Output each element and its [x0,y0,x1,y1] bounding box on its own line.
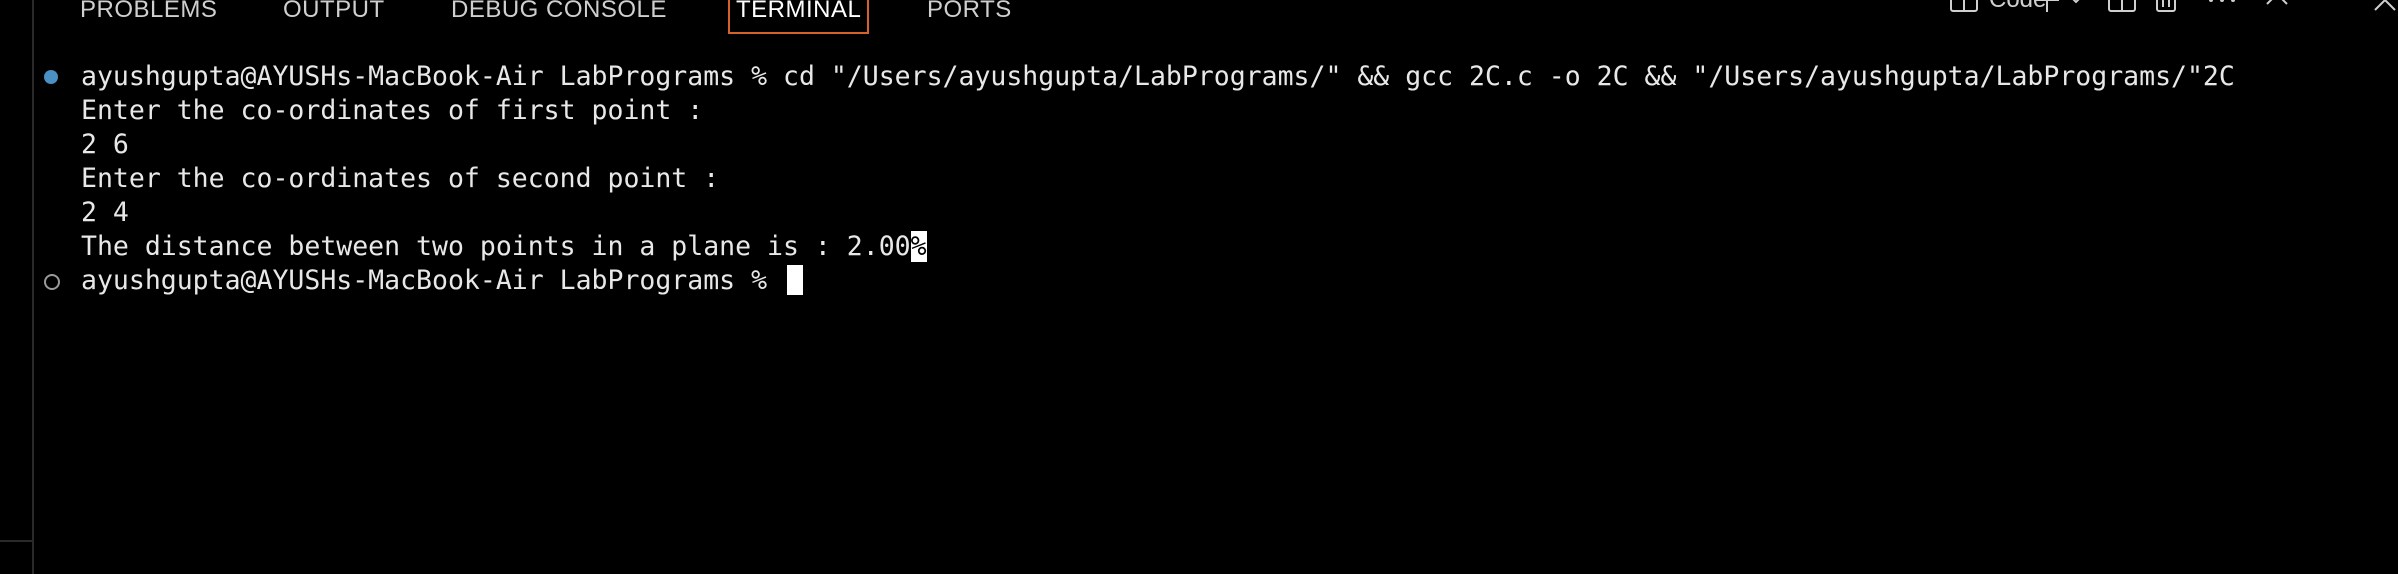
terminal-profile-button[interactable]: Code [1949,0,2046,13]
left-gutter-mark [0,540,32,542]
close-panel-button[interactable] [2372,0,2398,12]
more-icon [2209,0,2235,2]
kill-terminal-button[interactable] [2153,0,2179,12]
split-terminal-button[interactable] [2107,0,2137,12]
terminal-line: 2 6 [81,129,129,160]
split-terminal-icon [1950,0,1978,12]
chevron-down-icon [2072,0,2080,4]
terminal-line: Enter the co-ordinates of second point : [81,163,720,194]
tab-output[interactable]: OUTPUT [283,0,385,30]
panel-header: PROBLEMS OUTPUT DEBUG CONSOLE TERMINAL P… [34,0,2398,46]
tab-terminal[interactable]: TERMINAL [728,0,870,34]
prompt-text: ayushgupta@AYUSHs-MacBook-Air LabProgram… [81,265,783,296]
new-terminal-button[interactable] [2034,0,2090,12]
terminal-prompt-line[interactable]: ayushgupta@AYUSHs-MacBook-Air LabProgram… [81,264,803,298]
tab-debug-console[interactable]: DEBUG CONSOLE [451,0,667,30]
plus-icon [2035,0,2080,12]
command-success-decoration[interactable] [44,70,58,84]
split-icon [2108,0,2136,12]
terminal-output[interactable]: ayushgupta@AYUSHs-MacBook-Air LabProgram… [34,58,2398,574]
text-cursor [787,265,803,295]
more-actions-button[interactable] [2207,0,2237,12]
chevron-up-icon [2266,0,2288,5]
tab-problems[interactable]: PROBLEMS [80,0,217,30]
trash-icon [2156,0,2176,12]
close-icon [2374,0,2396,11]
terminal-line-command: ayushgupta@AYUSHs-MacBook-Air LabProgram… [81,61,2235,92]
command-pending-decoration[interactable] [44,274,60,290]
terminal-line: Enter the co-ordinates of first point : [81,95,704,126]
terminal-line: 2 4 [81,197,129,228]
end-of-line-mark: % [910,231,927,262]
result-text: The distance between two points in a pla… [81,231,911,262]
maximize-panel-button[interactable] [2264,0,2290,12]
tab-ports[interactable]: PORTS [927,0,1012,30]
terminal-line-result: The distance between two points in a pla… [81,230,927,264]
left-gutter [0,0,32,574]
